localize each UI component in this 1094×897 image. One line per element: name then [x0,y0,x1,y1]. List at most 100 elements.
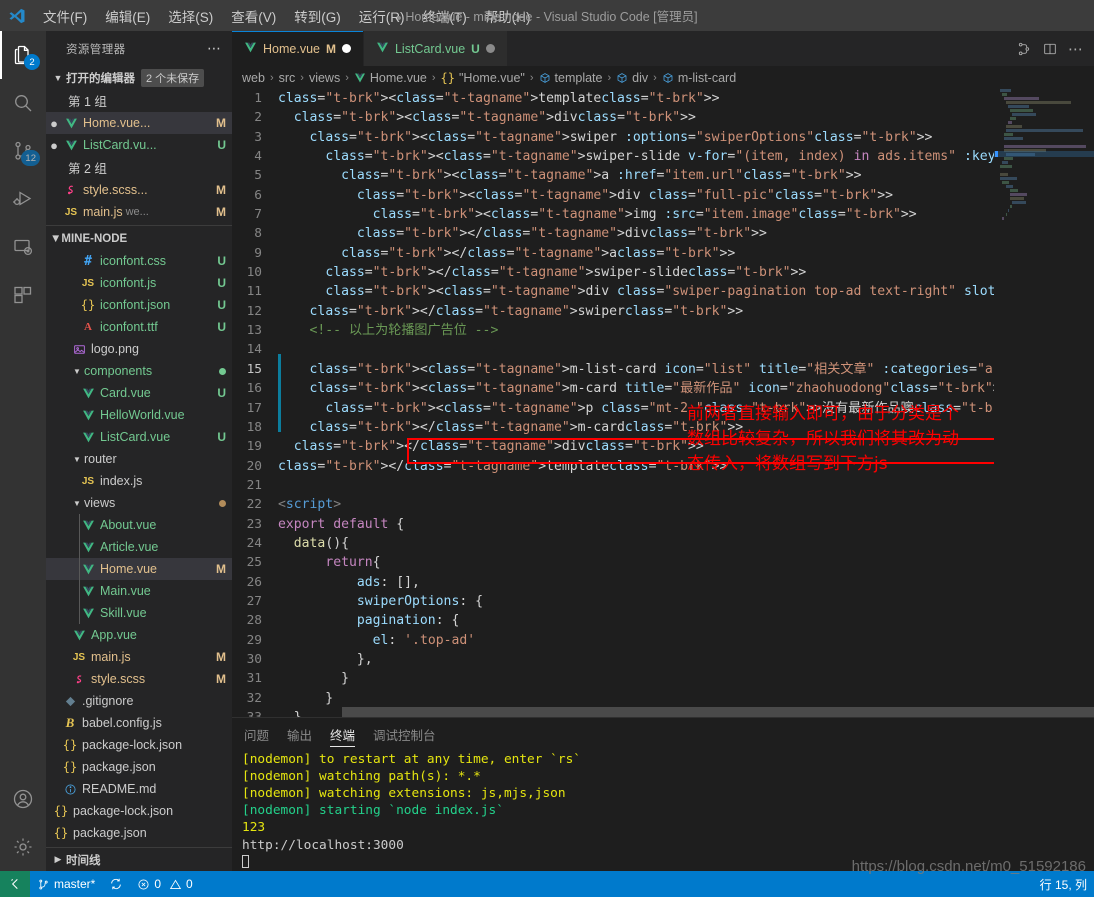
code-line[interactable]: 27 swiperOptions: { [232,592,1094,611]
line-source[interactable]: return{ [278,553,1094,572]
open-editor-home-vue[interactable]: ● Home.vue... M [46,112,232,134]
tree-item-app-vue[interactable]: App.vue [46,624,232,646]
tab-home-vue[interactable]: Home.vue M [232,31,364,66]
line-source[interactable]: export default { [278,515,1094,534]
line-source[interactable]: swiperOptions: { [278,592,1094,611]
tree-item-iconfont-js[interactable]: JSiconfont.jsU [46,272,232,294]
timeline-section[interactable]: ▶ 时间线 [46,847,232,871]
code-line[interactable]: 31 } [232,669,1094,688]
menu-help[interactable]: 帮助(H) [476,2,540,30]
code-line[interactable]: 25 return{ [232,553,1094,572]
tree-item-iconfont-ttf[interactable]: Aiconfont.ttfU [46,316,232,338]
tree-item-router[interactable]: ▼router [46,448,232,470]
breadcrumb-item-views[interactable]: views [309,71,340,85]
tree-item--gitignore[interactable]: .gitignore [46,690,232,712]
breadcrumb-item-template[interactable]: template [539,71,603,85]
code-line[interactable]: 24 data(){ [232,534,1094,553]
activity-source-control[interactable]: 12 [0,127,46,175]
tree-item-index-js[interactable]: JSindex.js [46,470,232,492]
tree-item-package-lock-json[interactable]: {}package-lock.json [46,800,232,822]
tree-item-package-json[interactable]: {}package.json [46,756,232,778]
menu-go[interactable]: 转到(G) [285,2,350,30]
editor-horizontal-scrollbar[interactable] [232,707,994,717]
code-line[interactable]: 13 <!-- 以上为轮播图广告位 --> [232,321,1094,340]
status-sync[interactable] [102,871,130,897]
line-source[interactable]: data(){ [278,534,1094,553]
line-source[interactable]: ads: [], [278,573,1094,592]
menu-terminal[interactable]: 终端(T) [414,2,476,30]
tree-item-card-vue[interactable]: Card.vueU [46,382,232,404]
code-line[interactable]: 7 class="t-brk"><class="t-tagname">img :… [232,205,1094,224]
line-source[interactable]: class="t-brk"><class="t-tagname">m-card … [278,379,1094,398]
tree-item-main-vue[interactable]: Main.vue [46,580,232,602]
file-tree[interactable]: #iconfont.cssUJSiconfont.jsU{}iconfont.j… [46,250,232,847]
code-line[interactable]: 3 class="t-brk"><class="t-tagname">swipe… [232,128,1094,147]
line-source[interactable]: class="t-brk"></class="t-tagname">m-card… [278,418,1094,437]
panel-tab-debug-console[interactable]: 调试控制台 [373,718,436,751]
code-line[interactable]: 8 class="t-brk"></class="t-tagname">divc… [232,224,1094,243]
breadcrumb-item-m-list-card[interactable]: m-list-card [662,71,736,85]
code-line[interactable]: 15 class="t-brk"><class="t-tagname">m-li… [232,360,1094,379]
line-source[interactable]: } [278,689,1094,708]
code-line[interactable]: 29 el: '.top-ad' [232,631,1094,650]
code-line[interactable]: 6 class="t-brk"><class="t-tagname">div c… [232,186,1094,205]
tab-dirty-icon[interactable] [342,44,351,53]
line-source[interactable]: class="t-brk"></class="t-tagname">swiper… [278,302,1094,321]
code-line[interactable]: 11 class="t-brk"><class="t-tagname">div … [232,282,1094,301]
code-line[interactable]: 12 class="t-brk"></class="t-tagname">swi… [232,302,1094,321]
workspace-root-header[interactable]: ▼ MINE-NODE [46,228,232,250]
tree-item-about-vue[interactable]: About.vue [46,514,232,536]
code-line[interactable]: 5 class="t-brk"><class="t-tagname">a :hr… [232,166,1094,185]
code-editor[interactable]: 1class="t-brk"><class="t-tagname">templa… [232,89,1094,717]
split-preview-icon[interactable] [1016,41,1032,57]
tree-item-iconfont-css[interactable]: #iconfont.cssU [46,250,232,272]
menu-run[interactable]: 运行(R) [350,2,414,30]
code-line[interactable]: 2 class="t-brk"><class="t-tagname">divcl… [232,108,1094,127]
code-line[interactable]: 4 class="t-brk"><class="t-tagname">swipe… [232,147,1094,166]
status-branch[interactable]: master* [30,871,102,897]
open-editor-listcard-vue[interactable]: ● ListCard.vu... U [46,134,232,156]
menu-selection[interactable]: 选择(S) [159,2,222,30]
code-line[interactable]: 10 class="t-brk"></class="t-tagname">swi… [232,263,1094,282]
activity-explorer[interactable]: 2 [0,31,46,79]
open-editor-main-js[interactable]: JS main.js we... M [46,201,232,223]
terminal-prompt-line[interactable] [242,854,1084,871]
breadcrumb-item-web[interactable]: web [242,71,265,85]
line-source[interactable]: class="t-brk"><class="t-tagname">divclas… [278,108,1094,127]
code-line[interactable]: 23export default { [232,515,1094,534]
line-source[interactable]: class="t-brk"></class="t-tagname">templa… [278,457,1094,476]
activity-settings[interactable] [0,823,46,871]
activity-search[interactable] [0,79,46,127]
terminal-output[interactable]: [nodemon] to restart at any time, enter … [232,751,1094,871]
line-source[interactable]: class="t-brk"><class="t-tagname">a :href… [278,166,1094,185]
activity-extensions[interactable] [0,271,46,319]
line-source[interactable]: class="t-brk"><class="t-tagname">templat… [278,89,1094,108]
line-source[interactable]: class="t-brk"><class="t-tagname">swiper-… [278,147,1094,166]
panel-tab-terminal[interactable]: 终端 [330,718,355,751]
activity-account[interactable] [0,775,46,823]
panel-tab-output[interactable]: 输出 [287,718,312,751]
line-source[interactable]: } [278,669,1094,688]
line-source[interactable]: el: '.top-ad' [278,631,1094,650]
open-editor-style-scss[interactable]: style.scss... M [46,179,232,201]
code-line[interactable]: 30 }, [232,650,1094,669]
tree-item-home-vue[interactable]: Home.vueM [46,558,232,580]
panel-tab-problems[interactable]: 问题 [244,718,269,751]
explorer-more-icon[interactable]: ⋯ [207,40,222,57]
code-line[interactable]: 1class="t-brk"><class="t-tagname">templa… [232,89,1094,108]
tree-item-components[interactable]: ▼components [46,360,232,382]
remote-indicator[interactable] [0,871,30,897]
line-source[interactable]: class="t-brk"><class="t-tagname">p class… [278,399,1094,418]
tab-dirty-icon[interactable] [486,44,495,53]
line-source[interactable]: class="t-brk"><class="t-tagname">swiper … [278,128,1094,147]
tree-item-iconfont-json[interactable]: {}iconfont.jsonU [46,294,232,316]
code-line[interactable]: 22<script> [232,495,1094,514]
more-actions-icon[interactable]: ⋯ [1068,40,1084,58]
code-line[interactable]: 18 class="t-brk"></class="t-tagname">m-c… [232,418,1094,437]
menu-edit[interactable]: 编辑(E) [96,2,159,30]
breadcrumb-item-div[interactable]: div [616,71,648,85]
menu-view[interactable]: 查看(V) [222,2,285,30]
line-source[interactable]: class="t-brk"></class="t-tagname">divcla… [278,224,1094,243]
status-problems[interactable]: 0 0 [130,871,199,897]
code-line[interactable]: 26 ads: [], [232,573,1094,592]
